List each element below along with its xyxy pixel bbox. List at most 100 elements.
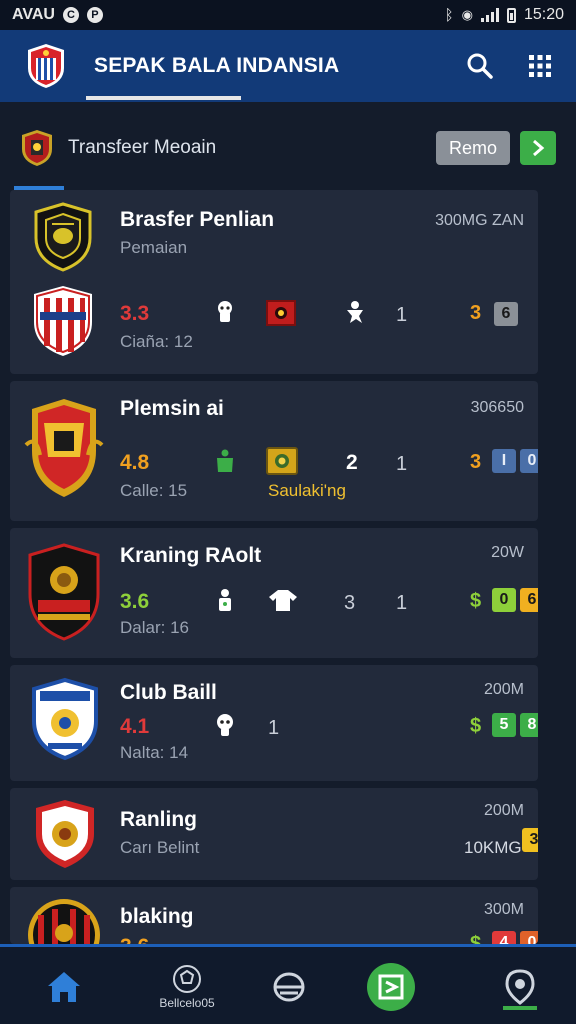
nav-stadium[interactable] <box>262 947 316 1024</box>
value-badge: 6 <box>494 302 518 326</box>
value-badge: 8 <box>520 713 538 737</box>
club-badge-icon <box>266 300 296 326</box>
player-rating: 3.6 <box>120 935 149 944</box>
home-icon <box>48 972 80 1002</box>
search-icon[interactable] <box>466 52 494 80</box>
player-rating: 4.8 <box>120 451 150 474</box>
price-indicator: 3 <box>470 451 482 473</box>
value-badge: 0 <box>520 931 538 944</box>
player-card[interactable]: Ranling Carı Belint 200M 10KMG 3 <box>10 788 538 880</box>
signal-icon <box>480 8 499 22</box>
player-icon <box>347 301 363 323</box>
app-logo-icon[interactable] <box>24 42 68 90</box>
battery-icon <box>506 7 516 23</box>
player-stat: Dalar: 16 <box>120 618 189 637</box>
value-badge: 6 <box>520 588 538 612</box>
team-crest-icon <box>24 399 104 497</box>
team-crest-icon <box>28 543 100 641</box>
player-name: Ranling <box>120 808 197 831</box>
status-right: ᛒ ◉ 15:20 <box>445 6 564 24</box>
player-rating: 4.1 <box>120 715 150 738</box>
card-date: 200M <box>483 681 524 698</box>
player-club: Carı Belint <box>120 838 200 857</box>
player-card[interactable]: Club Baill 200M 4.1 Nalta: 14 1 $ 5 8 <box>10 665 538 781</box>
nav-location[interactable] <box>496 947 544 1024</box>
price-indicator: $ <box>470 715 482 737</box>
club-badge-icon <box>266 447 298 475</box>
football-icon <box>173 965 201 993</box>
forward-button[interactable] <box>520 131 556 165</box>
player-rating: 3.6 <box>120 590 150 613</box>
player-name: Kraning RAolt <box>120 544 262 567</box>
status-left: AVAU C P <box>12 6 103 24</box>
player-icon <box>219 589 231 611</box>
section-title: Transfeer Meoain <box>68 137 217 158</box>
stadium-icon <box>273 972 305 1002</box>
active-tab-indicator <box>86 96 241 100</box>
nav-ball[interactable]: Bellcelo05 <box>140 947 234 1024</box>
nav-home[interactable] <box>38 947 90 1024</box>
stat-count: 1 <box>268 717 280 739</box>
bluetooth-icon: ᛒ <box>444 6 454 24</box>
status-bar: AVAU C P ᛒ ◉ 15:20 <box>0 0 576 30</box>
player-card[interactable]: Kraning RAolt 20W 3.6 Dalar: 16 3 1 $ 0 … <box>10 528 538 658</box>
player-card[interactable]: Plemsin ai 306650 4.8 Calle: 15 Saulaki'… <box>10 381 538 521</box>
player-name: Plemsin ai <box>120 397 224 420</box>
transfer-icon <box>367 963 415 1011</box>
stat-count: 1 <box>396 304 408 326</box>
value-badge: 4 <box>492 931 516 944</box>
card-date: 20W <box>491 544 524 561</box>
player-stat: Nalta: 14 <box>120 743 189 762</box>
section-header: Transfeer Meoain Remo <box>0 118 576 178</box>
notification-icon: C <box>62 7 79 23</box>
player-name: Brasfer Penlian <box>120 208 275 231</box>
player-card[interactable]: blaking 300M 3.6 $ 4 0 <box>10 887 538 944</box>
club-crest-icon <box>34 286 92 356</box>
app-actions <box>466 52 552 80</box>
app-bar: SEPAK BALA INDANSIA <box>0 30 576 102</box>
chevron-right-icon <box>533 139 545 157</box>
app-notification-icon: P <box>86 7 103 23</box>
jersey-icon <box>269 590 297 611</box>
player-card[interactable]: Brasfer Penlian Pemaian 300MG ZAN 3.3 Ci… <box>10 190 538 374</box>
player-role: Pemaian <box>120 238 188 257</box>
value-badge: 3 <box>522 828 538 852</box>
nav-active-indicator <box>503 1006 537 1010</box>
nav-ball-label: Bellcelo05 <box>159 996 215 1010</box>
stat-count: 1 <box>396 592 408 614</box>
player-stat: Calle: 15 <box>120 481 188 500</box>
club-crest-icon <box>22 130 52 166</box>
team-crest-icon <box>32 677 98 761</box>
remo-button[interactable]: Remo <box>436 131 510 165</box>
player-rating: 3.3 <box>120 302 150 325</box>
team-crest-icon <box>34 202 92 272</box>
stat-count: 1 <box>396 453 408 475</box>
price-indicator: $ <box>470 590 482 612</box>
stat-count: 3 <box>344 592 356 614</box>
app-title: SEPAK BALA INDANSIA <box>94 54 340 77</box>
player-stat: Ciaña: 12 <box>120 332 193 351</box>
price-indicator: $ <box>470 933 482 944</box>
card-date: 306650 <box>470 399 524 416</box>
card-date: 300M <box>483 901 524 918</box>
value-badge: 0 <box>492 588 516 612</box>
jersey-icon <box>217 449 233 472</box>
value-badge: I <box>492 449 516 473</box>
stat-glyph: 2 <box>346 451 358 474</box>
carrier-name: AVAU <box>12 6 55 23</box>
value-badge: 5 <box>492 713 516 737</box>
value-badge: 0 <box>520 449 538 473</box>
status-label: Saulaki'ng <box>268 481 346 500</box>
bottom-nav: Bellcelo05 <box>0 944 576 1024</box>
location-pin-icon <box>505 969 535 1005</box>
price-indicator: 3 <box>470 302 482 324</box>
grid-menu-icon[interactable] <box>528 54 552 78</box>
clock: 15:20 <box>523 6 564 23</box>
nav-transfer[interactable] <box>362 947 420 1024</box>
player-icon <box>218 301 232 322</box>
transfer-value: 10KMG <box>464 838 522 857</box>
player-name: Club Baill <box>120 681 217 704</box>
team-crest-icon <box>28 899 100 944</box>
player-name: blaking <box>120 905 194 928</box>
wifi-icon: ◉ <box>461 7 473 22</box>
